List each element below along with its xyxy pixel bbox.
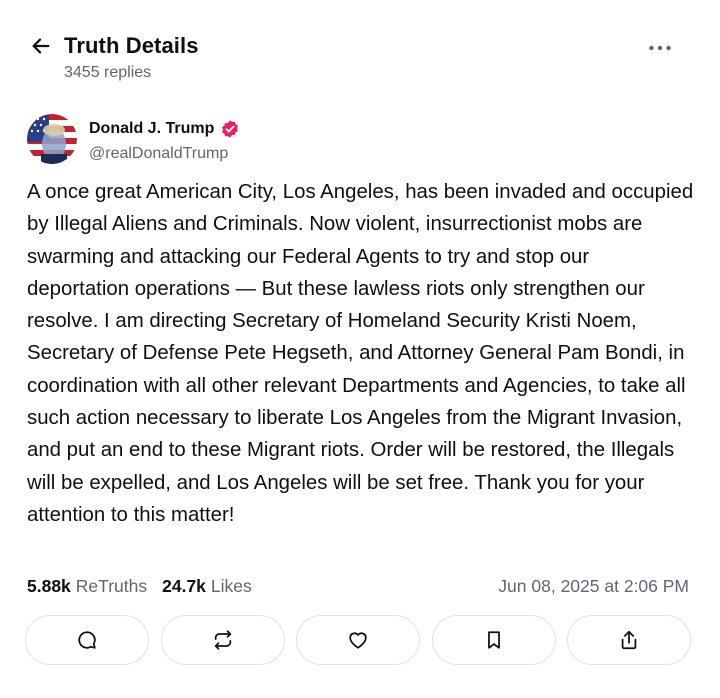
back-button[interactable]: [28, 33, 54, 59]
header: Truth Details 3455 replies: [0, 0, 720, 100]
page-title: Truth Details: [64, 33, 199, 58]
post-timestamp: Jun 08, 2025 at 2:06 PM: [498, 575, 689, 596]
author-handle[interactable]: @realDonaldTrump: [89, 145, 228, 163]
like-icon: [349, 632, 367, 649]
bookmark-button[interactable]: [431, 615, 556, 665]
retruths-label[interactable]: ReTruths: [76, 576, 147, 597]
replies-count: 3455 replies: [64, 64, 152, 81]
more-horizontal-icon: [649, 45, 671, 51]
author-name[interactable]: Donald J. Trump: [89, 119, 240, 139]
author-name-text: Donald J. Trump: [89, 120, 215, 137]
likes-count[interactable]: 24.7k: [162, 576, 206, 597]
share-icon: [621, 630, 637, 650]
retruth-button[interactable]: [160, 615, 285, 665]
likes-label[interactable]: Likes: [211, 576, 252, 597]
reply-button[interactable]: [25, 615, 149, 665]
arrow-left-icon: [32, 38, 50, 54]
reply-icon: [78, 631, 96, 649]
verified-badge-icon: [222, 120, 239, 138]
post-body: A once great American City, Los Angeles,…: [27, 181, 694, 526]
retruths-count[interactable]: 5.88k: [27, 576, 71, 597]
share-button[interactable]: [567, 615, 691, 665]
bookmark-icon: [487, 631, 500, 649]
avatar[interactable]: [27, 114, 77, 164]
post-stats: 5.88k ReTruths 24.7k Likes Jun 08, 2025 …: [27, 574, 689, 598]
retruth-icon: [214, 630, 231, 650]
more-options-button[interactable]: [646, 36, 674, 60]
like-button[interactable]: [296, 615, 420, 665]
action-bar: [25, 615, 691, 665]
